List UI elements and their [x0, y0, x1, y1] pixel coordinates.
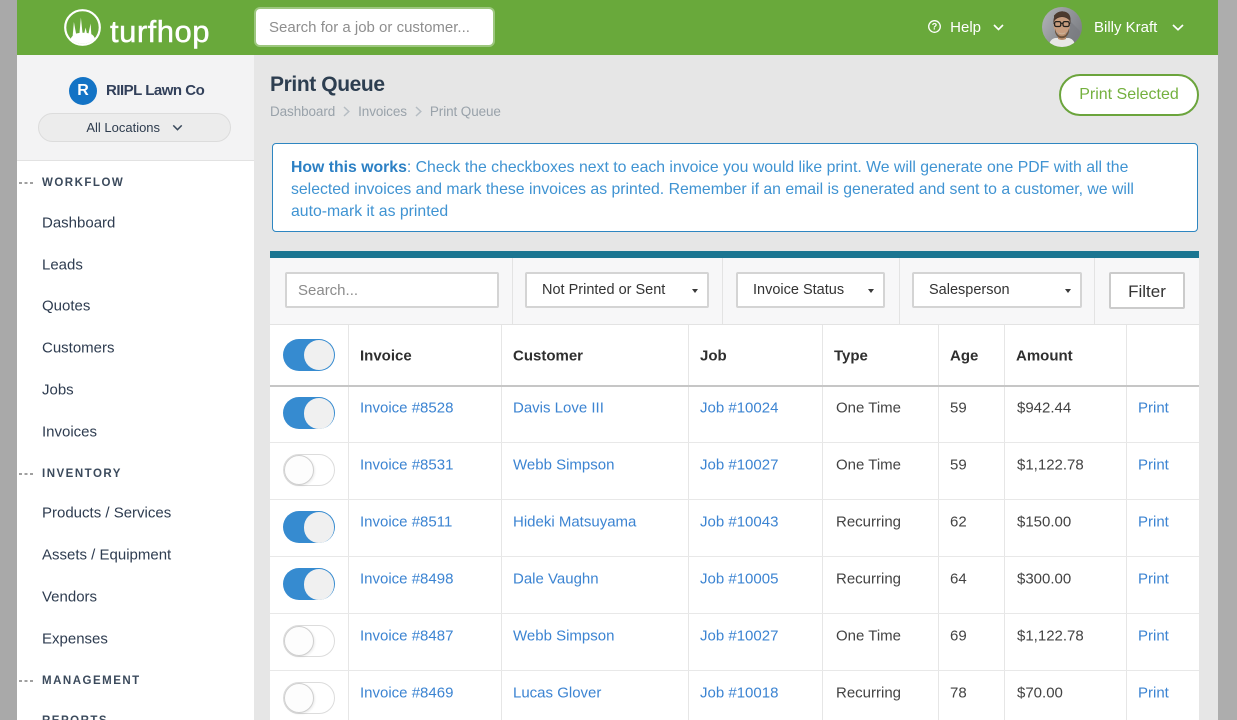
svg-text:?: ? — [932, 22, 938, 32]
